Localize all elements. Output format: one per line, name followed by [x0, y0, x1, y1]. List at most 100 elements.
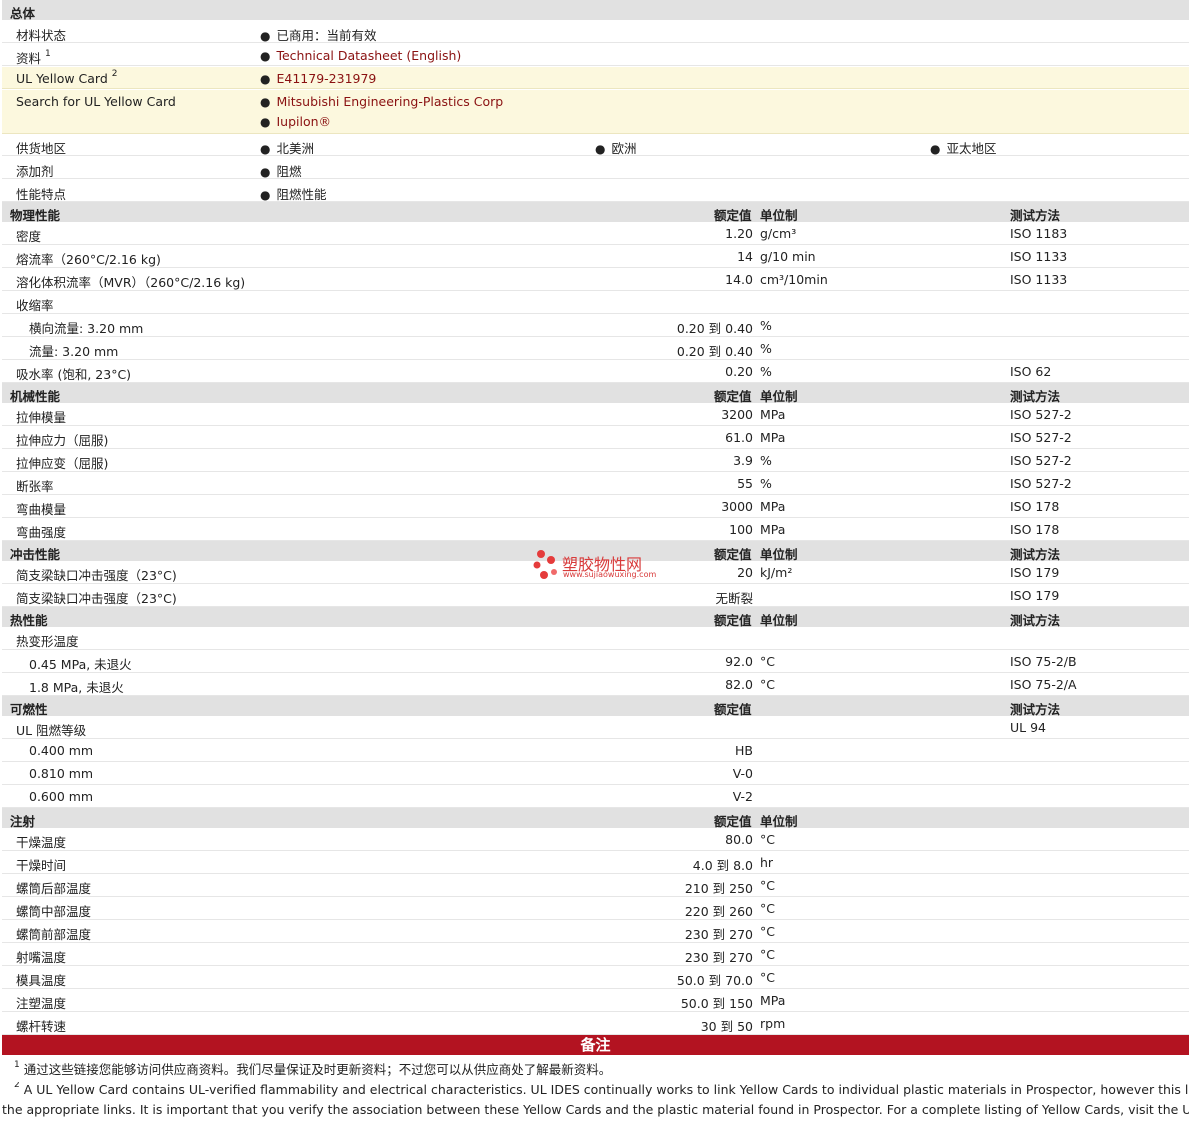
table-row: 熔流率（260°C/2.16 kg) 14 g/10 min ISO 1133 [2, 245, 1189, 268]
row-ul-yellow-card: UL Yellow Card 2 ● E41179-231979 [2, 67, 1189, 89]
table-row: 螺筒中部温度 220 到 260 °C [2, 897, 1189, 920]
property-unit: °C [760, 878, 775, 893]
row-label: 添加剂 [16, 164, 54, 179]
property-label: 0.600 mm [29, 789, 94, 804]
property-label: 螺筒后部温度 [16, 881, 92, 896]
property-value: 61.0 [725, 430, 753, 445]
property-unit: °C [760, 832, 775, 847]
logo-dots-icon [533, 550, 557, 579]
property-value: 4.0 到 8.0 [692, 858, 753, 873]
table-row: 收缩率 [2, 291, 1189, 314]
property-unit: % [760, 341, 772, 356]
property-label: 1.8 MPa, 未退火 [29, 680, 124, 695]
table-row: 拉伸模量 3200 MPa ISO 527-2 [2, 403, 1189, 426]
watermark-url: www.sujiaowuxing.com [563, 570, 657, 579]
row-feature: 性能特点 ● 阻燃性能 [2, 180, 1189, 202]
property-unit: MPa [760, 499, 786, 514]
test-method: ISO 75-2/B [1010, 654, 1077, 669]
property-value: 230 到 270 [684, 950, 753, 965]
note-1: 1 通过这些链接您能够访问供应商资料。我们尽量保证及时更新资料；不过您可以从供应… [14, 1059, 612, 1077]
property-unit: % [760, 453, 772, 468]
section-header-mechanical: 机械性能 额定值 单位制 测试方法 [2, 383, 1189, 404]
test-method: ISO 179 [1010, 588, 1060, 603]
test-method: ISO 1133 [1010, 249, 1068, 264]
property-value: V-0 [732, 766, 753, 781]
property-value: 0.20 到 0.40 [676, 344, 753, 359]
table-row: 热变形温度 [2, 627, 1189, 650]
property-label: 简支梁缺口冲击强度（23°C) [16, 591, 177, 606]
property-unit: rpm [760, 1016, 786, 1031]
ul-card-link[interactable]: E41179-231979 [276, 71, 376, 86]
brand-link[interactable]: Iupilon® [276, 114, 331, 129]
section-header-thermal: 热性能 额定值 单位制 测试方法 [2, 607, 1189, 628]
section-header-flammability: 可燃性 额定值 测试方法 [2, 696, 1189, 717]
property-value: HB [735, 743, 753, 758]
datasheet-link-item[interactable]: ● Technical Datasheet (English) [260, 48, 461, 63]
test-method: ISO 62 [1010, 364, 1052, 379]
bullet-value: ● 北美洲 [260, 141, 314, 156]
supplier-link[interactable]: Mitsubishi Engineering-Plastics Corp [276, 94, 503, 109]
table-row: 0.600 mm V-2 [2, 785, 1189, 808]
property-unit: MPa [760, 430, 786, 445]
property-value: 1.20 [725, 226, 753, 241]
technical-datasheet-link[interactable]: Technical Datasheet (English) [276, 48, 461, 63]
property-value: 92.0 [725, 654, 753, 669]
property-unit: hr [760, 855, 774, 870]
test-method: ISO 179 [1010, 565, 1060, 580]
table-row: 拉伸应变（屈服) 3.9% ISO 527-2 [2, 449, 1189, 472]
test-method: ISO 527-2 [1010, 476, 1072, 491]
property-label: 弯曲强度 [16, 525, 67, 540]
section-title: 总体 [10, 6, 36, 21]
property-label: 熔流率（260°C/2.16 kg) [16, 252, 161, 267]
property-value: 3.9 [733, 453, 753, 468]
table-row: 0.45 MPa, 未退火 92.0 °C ISO 75-2/B [2, 650, 1189, 673]
property-value: 14.0 [725, 272, 753, 287]
property-value: 50.0 到 150 [680, 996, 753, 1011]
property-unit: °C [760, 677, 775, 692]
property-value: 0.20 到 0.40 [676, 321, 753, 336]
notes-header: 备注 [2, 1035, 1189, 1055]
section-header-physical: 物理性能 额定值 单位制 测试方法 [2, 202, 1189, 223]
table-row: UL 阻燃等级 UL 94 [2, 716, 1189, 739]
test-method: ISO 527-2 [1010, 453, 1072, 468]
property-unit: g/10 min [760, 249, 816, 264]
table-row: 干燥温度 80.0 °C [2, 828, 1189, 851]
note-2-line-1: 2 A UL Yellow Card contains UL-verified … [14, 1082, 1189, 1098]
property-unit: % [760, 318, 772, 333]
property-value: 无断裂 [715, 591, 753, 606]
row-material-status: 材料状态 ● 已商用：当前有效 [2, 21, 1189, 43]
property-label: 螺杆转速 [16, 1019, 67, 1034]
table-row: 弯曲模量 3000 MPa ISO 178 [2, 495, 1189, 518]
table-row: 螺筒后部温度 210 到 250 °C [2, 874, 1189, 897]
property-unit: °C [760, 947, 775, 962]
property-value: 0.20 [725, 364, 753, 379]
property-label: 溶化体积流率（MVR）（260°C/2.16 kg) [16, 275, 246, 290]
ul-card-link-item[interactable]: ● E41179-231979 [260, 71, 376, 86]
test-method: UL 94 [1010, 720, 1046, 735]
bullet-value: ● 亚太地区 [930, 141, 997, 156]
table-row: 螺杆转速 30 到 50 rpm [2, 1012, 1189, 1035]
row-label: 资料 1 [16, 48, 51, 66]
supplier-link-item[interactable]: ● Mitsubishi Engineering-Plastics Corp [260, 94, 503, 109]
section-header-injection: 注射 额定值 单位制 [2, 808, 1189, 829]
table-row: 模具温度 50.0 到 70.0 °C [2, 966, 1189, 989]
bullet-value: ● 已商用：当前有效 [260, 28, 377, 43]
property-value: 20 [737, 565, 753, 580]
table-row: 拉伸应力（屈服) 61.0 MPa ISO 527-2 [2, 426, 1189, 449]
brand-link-item[interactable]: ● Iupilon® [260, 114, 331, 129]
bullet-value: ● 阻燃性能 [260, 187, 327, 202]
row-search-ul-card: Search for UL Yellow Card ● Mitsubishi En… [2, 90, 1189, 134]
property-label: 射嘴温度 [16, 950, 67, 965]
property-label: 0.810 mm [29, 766, 94, 781]
property-label: 流量: 3.20 mm [29, 344, 119, 359]
property-unit: kJ/m² [760, 565, 793, 580]
test-method: ISO 178 [1010, 499, 1060, 514]
property-unit: % [760, 476, 772, 491]
property-label: 收缩率 [16, 298, 54, 313]
property-label: 螺筒前部温度 [16, 927, 92, 942]
test-method: ISO 75-2/A [1010, 677, 1077, 692]
property-label: 注塑温度 [16, 996, 67, 1011]
test-method: ISO 1133 [1010, 272, 1068, 287]
property-unit: °C [760, 901, 775, 916]
table-row: 射嘴温度 230 到 270 °C [2, 943, 1189, 966]
